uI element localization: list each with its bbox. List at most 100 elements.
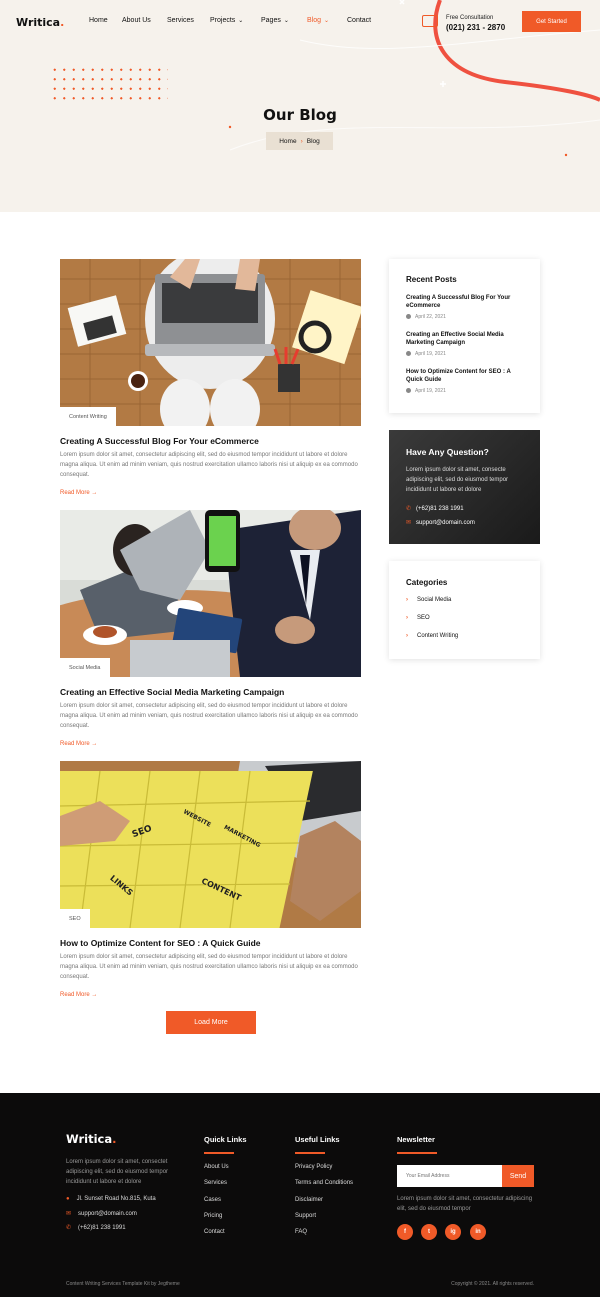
post-title[interactable]: Creating an Effective Social Media Marke… (60, 687, 284, 697)
footer-link[interactable]: Support (295, 1213, 316, 1219)
post-tag[interactable]: SEO (60, 909, 90, 928)
read-more-link[interactable]: Read More → (60, 741, 97, 747)
nav-contact[interactable]: Contact (347, 17, 371, 24)
category-label: Content Writing (417, 633, 459, 639)
arrow-right-icon: → (91, 992, 98, 998)
footer-address: ● Jl. Sunset Road No.815, Kuta (66, 1196, 156, 1202)
footer-link[interactable]: Disclaimer (295, 1197, 323, 1203)
newsletter-email-input[interactable] (397, 1165, 502, 1187)
chevron-down-icon: ⌄ (324, 18, 330, 24)
contact-phone-label: (+62)81 238 1991 (416, 506, 464, 512)
read-more-label: Read More (60, 490, 90, 496)
heading-underline (295, 1152, 325, 1154)
recent-post-date-label: April 22, 2021 (415, 314, 446, 320)
nav-home[interactable]: Home (89, 17, 108, 24)
post-image[interactable] (60, 259, 361, 426)
heading-underline (397, 1152, 437, 1154)
recent-post-date: April 19, 2021 (406, 388, 446, 394)
nav-blog[interactable]: Blog ⌄ (307, 17, 329, 24)
footer-link[interactable]: Privacy Policy (295, 1164, 332, 1170)
recent-post-link[interactable]: Creating A Successful Blog For Your eCom… (406, 294, 528, 310)
nav-blog-label: Blog (307, 17, 322, 24)
dot-pattern (50, 65, 168, 105)
footer-logo[interactable]: Writica. (66, 1132, 117, 1146)
categories-title: Categories (406, 578, 448, 587)
recent-post-link[interactable]: Creating an Effective Social Media Marke… (406, 331, 528, 347)
mail-icon: ✉ (406, 520, 412, 526)
breadcrumb-current: Blog (306, 137, 320, 145)
heading-underline (204, 1152, 234, 1154)
consultation-phone: (021) 231 - 2870 (446, 23, 506, 32)
load-more-button[interactable]: Load More (166, 1011, 256, 1034)
contact-email-label: support@domain.com (416, 520, 475, 526)
category-item[interactable]: › Content Writing (406, 633, 458, 639)
read-more-label: Read More (60, 741, 90, 747)
footer-email[interactable]: ✉ support@domain.com (66, 1210, 137, 1217)
phone-icon: ✆ (406, 506, 412, 512)
post-excerpt: Lorem ipsum dolor sit amet, consectetur … (60, 452, 358, 478)
footer-link[interactable]: FAQ (295, 1229, 307, 1235)
nav-pages[interactable]: Pages ⌄ (261, 17, 289, 24)
newsletter-title: Newsletter (397, 1135, 435, 1144)
post-image[interactable]: SEO WEBSITE MARKETING LINKS CONTENT (60, 761, 361, 928)
arrow-right-icon: → (91, 490, 98, 496)
chevron-down-icon: ⌄ (238, 18, 244, 24)
post-excerpt: Lorem ipsum dolor sit amet, consectetur … (60, 703, 358, 729)
post-image-laptop (60, 259, 361, 426)
footer-link[interactable]: Cases (204, 1197, 221, 1203)
site-footer: Writica. Lorem ipsum dolor sit amet, con… (0, 1093, 600, 1297)
chevron-right-icon: › (406, 633, 408, 639)
footer-link[interactable]: Pricing (204, 1213, 222, 1219)
footer-phone-label: (+62)81 238 1991 (78, 1225, 126, 1231)
facebook-icon[interactable]: f (397, 1224, 413, 1240)
site-logo[interactable]: Writica. (16, 16, 64, 29)
breadcrumb: Home › Blog (266, 132, 333, 150)
footer-phone[interactable]: ✆ (+62)81 238 1991 (66, 1224, 126, 1231)
footer-email-label: support@domain.com (78, 1211, 137, 1217)
clock-icon (406, 388, 411, 393)
post-image-sticky-notes (60, 761, 361, 928)
read-more-link[interactable]: Read More → (60, 490, 97, 496)
footer-link[interactable]: About Us (204, 1164, 229, 1170)
post-tag[interactable]: Content Writing (60, 407, 116, 426)
recent-post-date: April 22, 2021 (406, 314, 446, 320)
recent-post-link[interactable]: How to Optimize Content for SEO : A Quic… (406, 368, 528, 384)
nav-projects-label: Projects (210, 17, 236, 24)
nav-projects[interactable]: Projects ⌄ (210, 17, 243, 24)
category-label: Social Media (417, 597, 452, 603)
clock-icon (406, 351, 411, 356)
nav-services[interactable]: Services (167, 17, 194, 24)
chevron-down-icon: ⌄ (283, 18, 289, 24)
contact-email[interactable]: ✉ support@domain.com (406, 519, 475, 526)
contact-phone[interactable]: ✆ (+62)81 238 1991 (406, 505, 464, 512)
instagram-icon[interactable]: ig (445, 1224, 461, 1240)
get-started-button[interactable]: Get Started (522, 11, 581, 32)
footer-link[interactable]: Services (204, 1180, 227, 1186)
clock-icon (406, 314, 411, 319)
category-item[interactable]: › Social Media (406, 597, 451, 603)
post-tag[interactable]: Social Media (60, 658, 110, 677)
quick-links-title: Quick Links (204, 1135, 247, 1144)
post-title[interactable]: Creating A Successful Blog For Your eCom… (60, 436, 259, 446)
newsletter-description: Lorem ipsum dolor sit amet, consectetur … (397, 1196, 533, 1212)
post-title[interactable]: How to Optimize Content for SEO : A Quic… (60, 938, 261, 948)
footer-link[interactable]: Terms and Conditions (295, 1180, 353, 1186)
phone-icon: ✆ (66, 1225, 72, 1231)
post-image[interactable] (60, 510, 361, 677)
read-more-label: Read More (60, 992, 90, 998)
read-more-link[interactable]: Read More → (60, 992, 97, 998)
twitter-icon[interactable]: t (421, 1224, 437, 1240)
chevron-right-icon: › (300, 137, 303, 145)
breadcrumb-home[interactable]: Home (279, 138, 296, 145)
consultation-label: Free Consultation (446, 15, 494, 21)
recent-post-date-label: April 19, 2021 (415, 388, 446, 394)
category-item[interactable]: › SEO (406, 615, 430, 621)
footer-link[interactable]: Contact (204, 1229, 225, 1235)
newsletter-send-button[interactable]: Send (502, 1165, 534, 1187)
page-hero: Writica. Home About Us Services Projects… (0, 0, 600, 212)
footer-credit: Content Writing Services Template Kit by… (66, 1281, 180, 1287)
linkedin-icon[interactable]: in (470, 1224, 486, 1240)
categories-widget: Categories › Social Media › SEO › Content W… (389, 561, 540, 659)
nav-about[interactable]: About Us (122, 17, 151, 24)
chevron-right-icon: › (406, 597, 408, 603)
